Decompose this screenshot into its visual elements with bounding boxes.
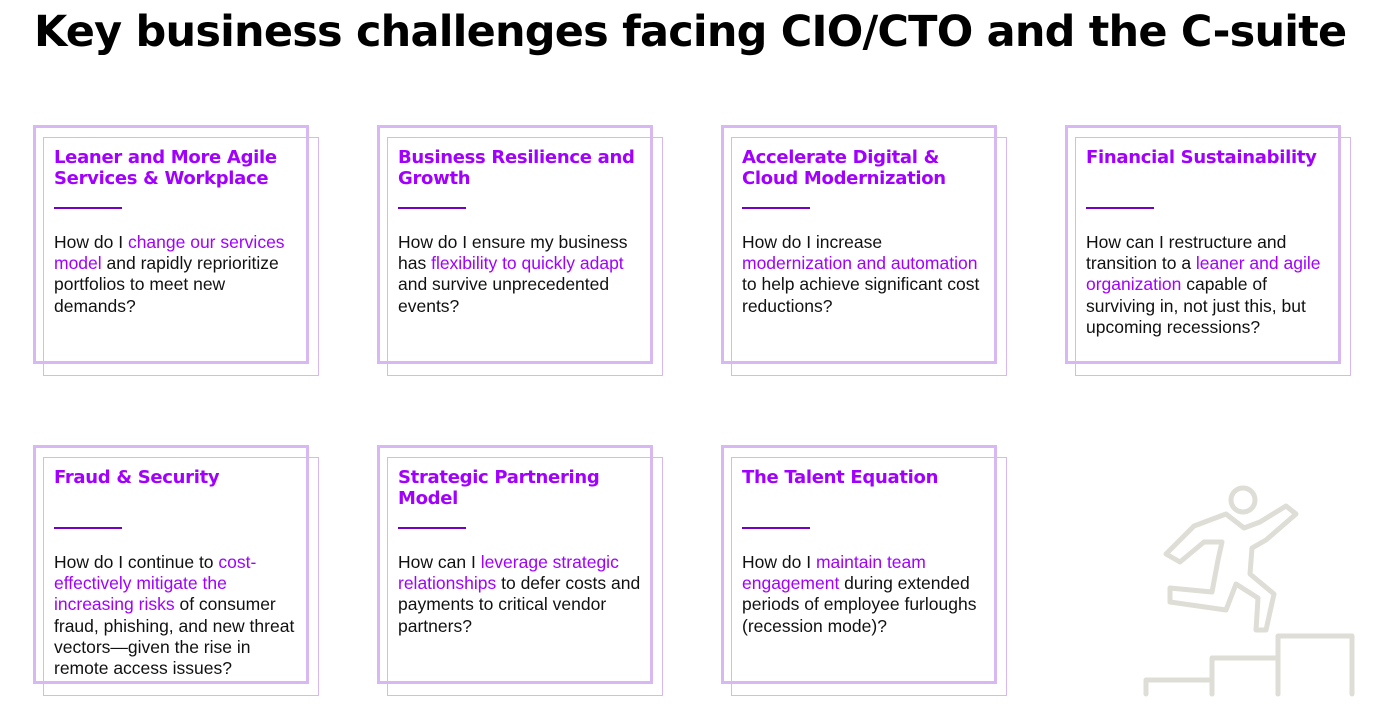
- card-content: Business Resilience and Growth How do I e…: [398, 147, 648, 317]
- heading-underline: [742, 527, 810, 529]
- heading-underline: [54, 527, 122, 529]
- challenge-card: Financial Sustainability How can I restru…: [1065, 125, 1351, 376]
- card-content: Financial Sustainability How can I restru…: [1086, 147, 1336, 338]
- heading-underline: [742, 207, 810, 209]
- heading-underline: [398, 527, 466, 529]
- card-question: How can I restructure and transition to …: [1086, 232, 1336, 338]
- question-text: to help achieve significant cost reducti…: [742, 274, 980, 316]
- question-text: How do I increase: [742, 232, 883, 252]
- card-content: Leaner and More Agile Services & Workpla…: [54, 147, 304, 317]
- card-question: How can I leverage strategic relationshi…: [398, 552, 648, 637]
- card-heading: Fraud & Security: [54, 467, 220, 488]
- card-heading: The Talent Equation: [742, 467, 939, 488]
- highlighted-phrase: modernization and automation: [742, 253, 978, 274]
- challenge-card: Fraud & Security How do I continue to cos…: [33, 445, 319, 696]
- highlighted-phrase: flexibility to quickly adapt: [431, 253, 624, 274]
- card-question: How do I maintain team engagement during…: [742, 552, 992, 637]
- card-question: How do I increase modernization and auto…: [742, 232, 992, 317]
- question-text: How do I continue to: [54, 552, 219, 572]
- card-content: Accelerate Digital & Cloud Modernization…: [742, 147, 992, 317]
- card-heading: Business Resilience and Growth: [398, 147, 635, 189]
- challenge-card: Strategic Partnering Model How can I leve…: [377, 445, 663, 696]
- heading-underline: [398, 207, 466, 209]
- card-heading: Financial Sustainability: [1086, 147, 1317, 168]
- challenge-card: Business Resilience and Growth How do I e…: [377, 125, 663, 376]
- question-text: and survive unprecedented events?: [398, 274, 610, 316]
- question-text: How do I: [742, 552, 816, 572]
- question-text: How do I: [54, 232, 128, 252]
- card-heading: Strategic Partnering Model: [398, 467, 600, 509]
- challenge-card: The Talent Equation How do I maintain tea…: [721, 445, 1007, 696]
- card-content: The Talent Equation How do I maintain tea…: [742, 467, 992, 637]
- challenge-card: Leaner and More Agile Services & Workpla…: [33, 125, 319, 376]
- heading-underline: [1086, 207, 1154, 209]
- card-content: Fraud & Security How do I continue to cos…: [54, 467, 304, 679]
- card-question: How do I change our services model and r…: [54, 232, 304, 317]
- person-climbing-stairs-icon: [1140, 480, 1360, 700]
- card-content: Strategic Partnering Model How can I leve…: [398, 467, 648, 637]
- question-text: How can I: [398, 552, 481, 572]
- challenge-card: Accelerate Digital & Cloud Modernization…: [721, 125, 1007, 376]
- card-heading: Leaner and More Agile Services & Workpla…: [54, 147, 277, 189]
- card-question: How do I continue to cost-effectively mi…: [54, 552, 304, 679]
- heading-underline: [54, 207, 122, 209]
- card-heading: Accelerate Digital & Cloud Modernization: [742, 147, 946, 189]
- page-title: Key business challenges facing CIO/CTO a…: [34, 7, 1347, 57]
- card-question: How do I ensure my business has flexibil…: [398, 232, 648, 317]
